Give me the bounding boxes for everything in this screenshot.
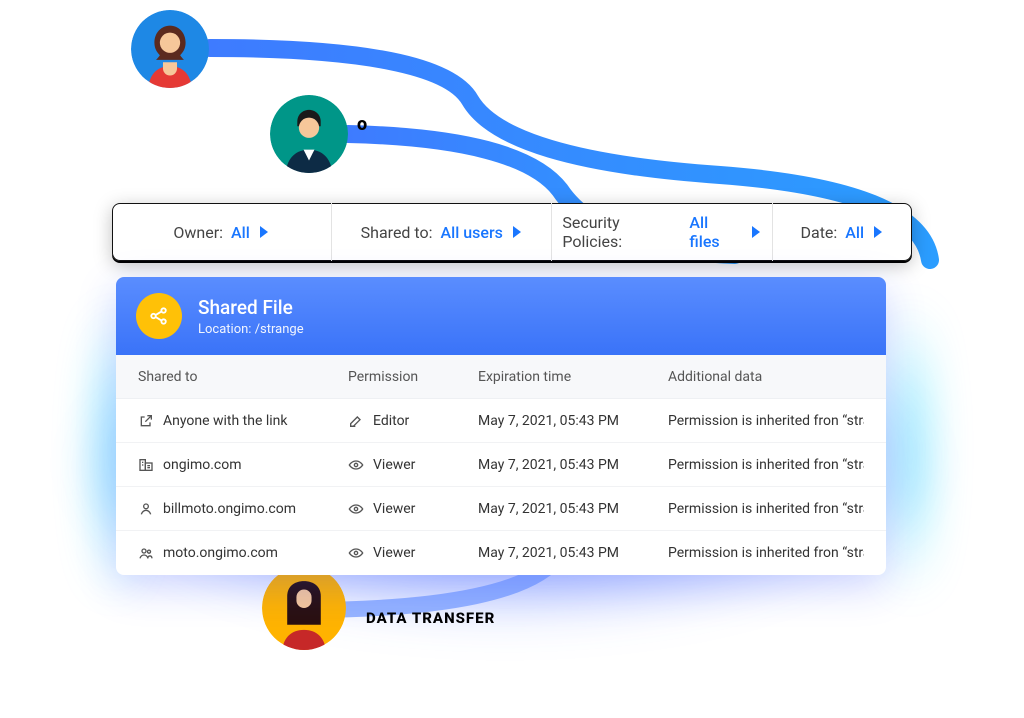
col-permission: Permission	[348, 369, 478, 385]
cell-additional: Permission is inherited fron “strange’	[668, 413, 864, 429]
shared-file-panel: Shared File Location: /strange Shared to…	[116, 277, 886, 575]
cell-additional: Permission is inherited fron “strange’	[668, 545, 864, 561]
panel-title: Shared File	[198, 296, 304, 319]
cell-expiration: May 7, 2021, 05:43 PM	[478, 457, 668, 473]
filter-shared-to[interactable]: Shared to: All users	[332, 203, 552, 261]
col-expiration: Expiration time	[478, 369, 668, 385]
people-icon	[138, 545, 154, 561]
shared-to-text: Anyone with the link	[163, 413, 288, 429]
caret-right-icon	[874, 226, 882, 238]
filter-value: All	[231, 223, 250, 242]
caret-right-icon	[260, 226, 268, 238]
shared-to-text: ongimo.com	[163, 457, 242, 473]
table-header-row: Shared to Permission Expiration time Add…	[116, 355, 886, 399]
filter-value: All files	[689, 213, 741, 251]
cell-additional: Permission is inherited fron “strange’	[668, 501, 864, 517]
eye-icon	[348, 545, 364, 561]
filter-bar: Owner: All Shared to: All users Security…	[112, 203, 912, 261]
panel-header: Shared File Location: /strange	[116, 277, 886, 355]
cell-additional: Permission is inherited fron “strange’	[668, 457, 864, 473]
cell-permission: Editor	[348, 413, 478, 429]
col-additional: Additional data	[668, 369, 864, 385]
external-link-icon	[138, 413, 154, 429]
table-row[interactable]: moto.ongimo.com Viewer May 7, 2021, 05:43 …	[116, 531, 886, 575]
filter-value: All	[845, 223, 864, 242]
cell-expiration: May 7, 2021, 05:43 PM	[478, 545, 668, 561]
permission-text: Viewer	[373, 545, 415, 561]
cell-shared-to: Anyone with the link	[138, 413, 348, 429]
avatar-user-3	[262, 566, 346, 650]
shared-to-text: moto.ongimo.com	[163, 545, 278, 561]
cell-expiration: May 7, 2021, 05:43 PM	[478, 501, 668, 517]
permission-text: Viewer	[373, 501, 415, 517]
filter-label: Security Policies:	[562, 213, 681, 251]
eye-icon	[348, 457, 364, 473]
permission-text: Editor	[373, 413, 409, 429]
avatar-user-2	[270, 95, 348, 173]
obscured-text: o	[357, 114, 367, 135]
avatar-user-1	[131, 10, 209, 88]
caret-right-icon	[752, 226, 760, 238]
filter-security-policies[interactable]: Security Policies: All files	[552, 203, 772, 261]
table-row[interactable]: ongimo.com Viewer May 7, 2021, 05:43 PMPer…	[116, 443, 886, 487]
cell-shared-to: moto.ongimo.com	[138, 545, 348, 561]
permission-text: Viewer	[373, 457, 415, 473]
filter-owner[interactable]: Owner: All	[112, 203, 332, 261]
share-icon	[136, 293, 182, 339]
filter-label: Shared to:	[361, 223, 433, 242]
pencil-icon	[348, 413, 364, 429]
cell-permission: Viewer	[348, 545, 478, 561]
col-shared-to: Shared to	[138, 369, 348, 385]
cell-permission: Viewer	[348, 457, 478, 473]
person-icon	[138, 501, 154, 517]
cell-shared-to: billmoto.ongimo.com	[138, 501, 348, 517]
table-row[interactable]: Anyone with the link Editor May 7, 2021, 0…	[116, 399, 886, 443]
panel-glow-cyan-right	[890, 300, 930, 600]
share-table: Shared to Permission Expiration time Add…	[116, 355, 886, 575]
filter-date[interactable]: Date: All	[773, 203, 913, 261]
cell-permission: Viewer	[348, 501, 478, 517]
panel-location: Location: /strange	[198, 322, 304, 337]
caret-right-icon	[513, 226, 521, 238]
domain-icon	[138, 457, 154, 473]
cell-expiration: May 7, 2021, 05:43 PM	[478, 413, 668, 429]
shared-to-text: billmoto.ongimo.com	[163, 501, 296, 517]
cell-shared-to: ongimo.com	[138, 457, 348, 473]
table-row[interactable]: billmoto.ongimo.com Viewer May 7, 2021, 05…	[116, 487, 886, 531]
filter-label: Owner:	[173, 223, 223, 242]
filter-value: All users	[441, 223, 503, 242]
eye-icon	[348, 501, 364, 517]
filter-label: Date:	[800, 223, 837, 242]
decor-label: DATA TRANSFER	[366, 609, 495, 627]
